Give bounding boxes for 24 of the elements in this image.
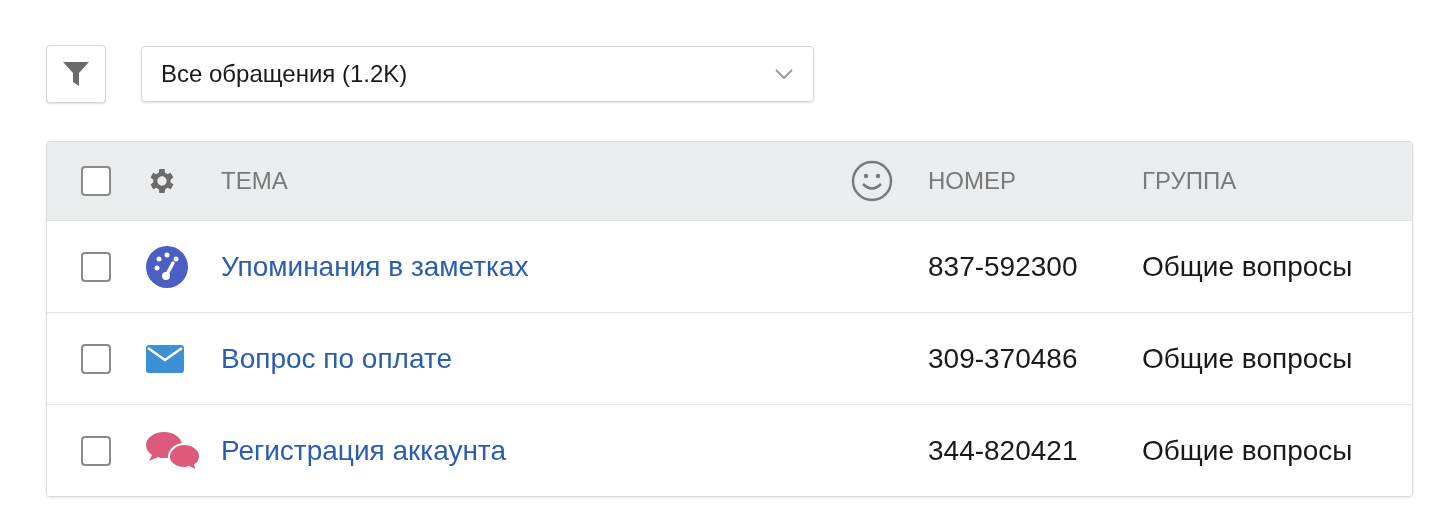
chat-bubbles-icon	[146, 429, 200, 472]
view-select[interactable]: Все обращения (1.2K)	[141, 46, 814, 102]
filter-button[interactable]	[46, 45, 106, 103]
gauge-icon	[146, 245, 188, 288]
column-header: НОМЕР	[928, 167, 1017, 195]
ticket-group: Общие вопросы	[1142, 434, 1412, 467]
envelope-icon	[146, 344, 184, 373]
checkbox[interactable]	[81, 343, 111, 374]
ticket-group: Общие вопросы	[1142, 250, 1412, 283]
column-header: ТЕМА	[221, 167, 289, 195]
ticket-number: 344-820421	[928, 434, 1079, 467]
ticket-subject-link[interactable]: Регистрация аккаунта	[221, 434, 851, 467]
ticket-subject-link[interactable]: Упоминания в заметках	[221, 250, 851, 283]
ticket-group: Общие вопросы	[1142, 342, 1412, 375]
column-header: ГРУППА	[1142, 167, 1238, 195]
ticket-subject-link[interactable]: Вопрос по оплате	[221, 342, 851, 375]
filter-icon	[63, 62, 89, 86]
checkbox[interactable]	[81, 166, 111, 196]
smiley-icon	[851, 160, 893, 202]
checkbox[interactable]	[81, 251, 111, 282]
checkbox[interactable]	[81, 435, 111, 466]
ticket-number: 837-592300	[928, 250, 1079, 283]
chevron-down-icon	[775, 69, 793, 79]
ticket-number: 309-370486	[928, 342, 1079, 375]
